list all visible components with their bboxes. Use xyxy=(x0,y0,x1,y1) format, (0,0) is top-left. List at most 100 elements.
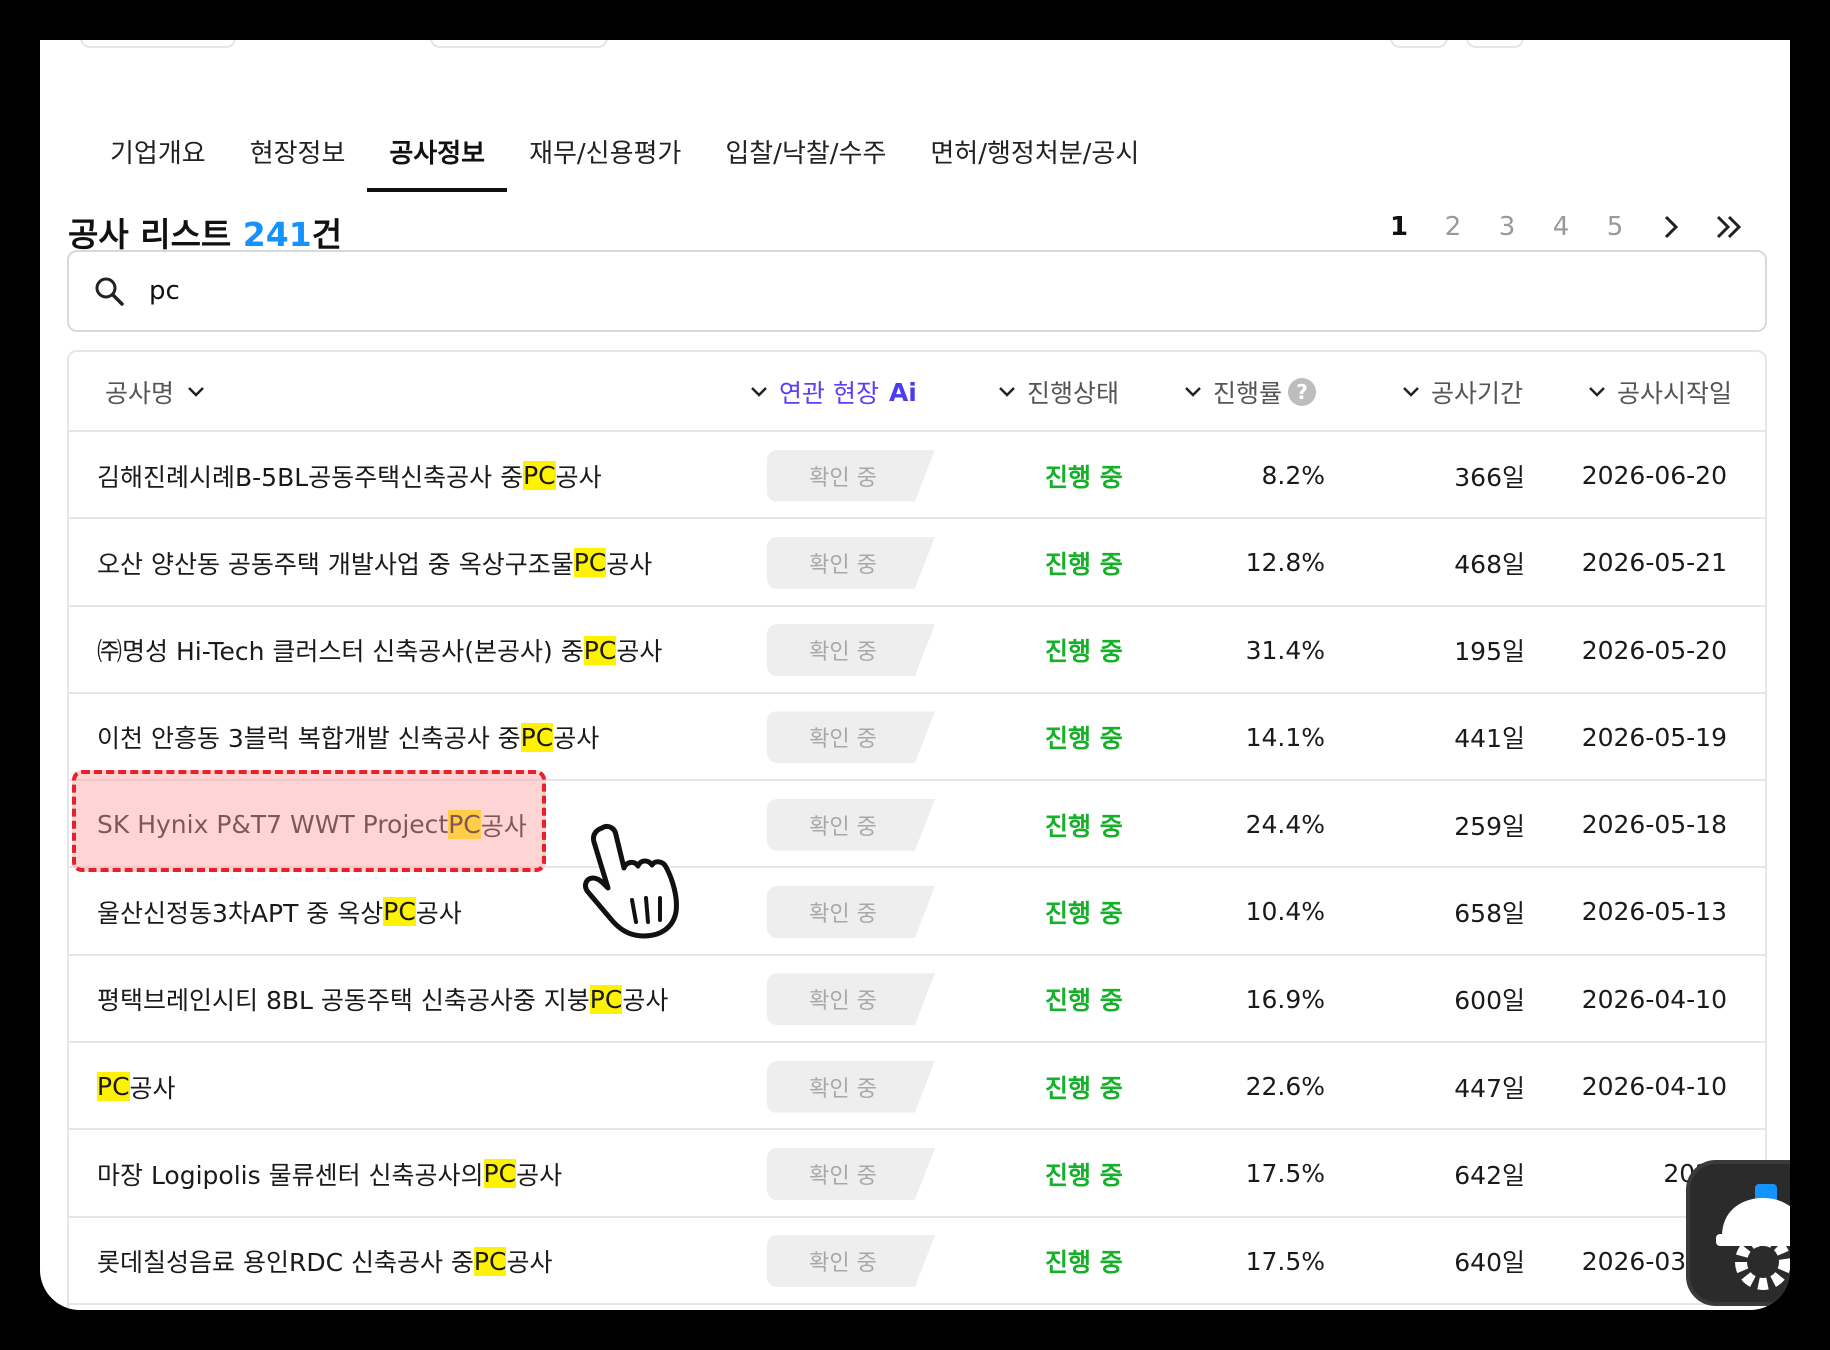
column-header-period[interactable]: 공사기간 xyxy=(1391,352,1523,432)
status-text: 진행 중 xyxy=(1045,1073,1123,1103)
name-text: 울산신정동3차APT 중 옥상 xyxy=(97,898,384,928)
column-header-site[interactable]: 연관 현장 Ai xyxy=(739,352,917,432)
column-header-label: 진행상태 xyxy=(1027,379,1120,408)
top-control-stub[interactable] xyxy=(430,40,608,48)
chevron-down-icon xyxy=(1403,387,1419,397)
status-text: 진행 중 xyxy=(1045,637,1123,667)
construction-name[interactable]: 이천 안흥동 3블럭 복합개발 신축공사 중 PC 공사 xyxy=(97,694,599,781)
search-icon xyxy=(95,277,124,306)
page-1[interactable]: 1 xyxy=(1372,212,1426,242)
search-match: PC xyxy=(448,810,481,840)
next-page-icon[interactable] xyxy=(1642,214,1700,240)
construction-name[interactable]: 평택브레인시티 8BL 공동주택 신축공사중 지붕 PC 공사 xyxy=(97,956,668,1043)
progress-rate: 24.4% xyxy=(1245,810,1325,840)
construction-name[interactable]: PC 공사 xyxy=(97,1043,176,1130)
construction-name[interactable]: 김해진례시례B-5BL공동주택신축공사 중 PC 공사 xyxy=(97,432,602,519)
construction-name[interactable]: 울산신정동3차APT 중 옥상 PC 공사 xyxy=(97,868,462,955)
construction-period: 447일 xyxy=(1454,1073,1525,1103)
top-control-stub[interactable] xyxy=(1390,40,1448,48)
start-date: 2026-04-10 xyxy=(1581,1072,1727,1102)
search-match: PC xyxy=(520,722,554,752)
list-title-text: 공사 리스트 xyxy=(68,215,232,254)
name-text: 이천 안흥동 3블럭 복합개발 신축공사 중 xyxy=(97,724,521,754)
start-date: 2026-05-20 xyxy=(1581,635,1727,665)
table-row[interactable]: 롯데칠성음료 용인RDC 신축공사 중 PC 공사 확인 중 진행 중 17.5% 640… xyxy=(69,1218,1765,1305)
page-4[interactable]: 4 xyxy=(1534,212,1588,242)
name-text: 공사 xyxy=(480,811,527,841)
chevron-down-icon xyxy=(188,387,204,397)
tab-license-disclosure[interactable]: 면허/행정처분/공시 xyxy=(908,98,1161,192)
start-date: 2026-05-18 xyxy=(1581,810,1727,840)
construction-name[interactable]: SK Hynix P&T7 WWT Project PC 공사 xyxy=(97,781,527,868)
tab-site-info[interactable]: 현장정보 xyxy=(228,98,368,192)
table-row[interactable]: PC 공사 확인 중 진행 중 22.6% 447일 2026-04-10 xyxy=(69,1043,1765,1131)
table-row[interactable]: 김해진례시례B-5BL공동주택신축공사 중 PC 공사 확인 중 진행 중 8.2% 36… xyxy=(69,432,1765,520)
help-icon[interactable]: ? xyxy=(1288,378,1317,406)
construction-period: 195일 xyxy=(1454,637,1525,667)
search-match: PC xyxy=(583,635,617,665)
status-text: 진행 중 xyxy=(1045,1248,1123,1278)
last-page-icon[interactable] xyxy=(1700,214,1758,240)
list-title: 공사 리스트 241건 xyxy=(68,208,342,256)
top-control-stub[interactable] xyxy=(1466,40,1524,48)
construction-name[interactable]: 마장 Logipolis 물류센터 신축공사의 PC 공사 xyxy=(97,1130,562,1217)
column-header-label: 공사기간 xyxy=(1431,379,1524,408)
tab-company-overview[interactable]: 기업개요 xyxy=(88,98,228,192)
search-match: PC xyxy=(383,897,416,927)
table-row[interactable]: 울산신정동3차APT 중 옥상 PC 공사 확인 중 진행 중 10.4% 658일 2026… xyxy=(69,868,1765,956)
construction-name[interactable]: 롯데칠성음료 용인RDC 신축공사 중 PC 공사 xyxy=(97,1218,552,1305)
table-header: 공사명 연관 현장 Ai 진행상태 진행률 ? 공사기간 공사시작일 xyxy=(69,352,1765,432)
status-text: 진행 중 xyxy=(1045,811,1123,841)
construction-period: 642일 xyxy=(1454,1160,1525,1190)
name-text: 공사 xyxy=(616,637,663,667)
pointer-hand-icon xyxy=(583,823,679,939)
column-header-start[interactable]: 공사시작일 xyxy=(1577,352,1732,432)
name-text: SK Hynix P&T7 WWT Project xyxy=(97,810,449,840)
checking-badge: 확인 중 xyxy=(767,711,935,764)
checking-badge: 확인 중 xyxy=(767,624,935,677)
progress-rate: 17.5% xyxy=(1245,1246,1325,1276)
tab-finance-credit[interactable]: 재무/신용평가 xyxy=(507,98,703,192)
checking-badge: 확인 중 xyxy=(767,1235,935,1288)
start-date: 2026-04-10 xyxy=(1581,984,1727,1014)
status-text: 진행 중 xyxy=(1045,1160,1123,1190)
column-header-name[interactable]: 공사명 xyxy=(105,352,216,432)
construction-period: 658일 xyxy=(1454,898,1525,928)
start-date: 2026-06-20 xyxy=(1581,461,1727,490)
construction-name[interactable]: ㈜명성 Hi-Tech 클러스터 신축공사(본공사) 중 PC 공사 xyxy=(97,607,662,694)
table-row[interactable]: 오산 양산동 공동주택 개발사업 중 옥상구조물 PC 공사 확인 중 진행 중 12.… xyxy=(69,519,1765,607)
table-row[interactable]: 마장 Logipolis 물류센터 신축공사의 PC 공사 확인 중 진행 중 17.5… xyxy=(69,1130,1765,1218)
table-row[interactable]: 평택브레인시티 8BL 공동주택 신축공사중 지붕 PC 공사 확인 중 진행 중 16.… xyxy=(69,956,1765,1044)
top-control-stub[interactable] xyxy=(80,40,236,48)
search-match: PC xyxy=(589,984,623,1014)
page-2[interactable]: 2 xyxy=(1426,212,1480,242)
name-text: 공사 xyxy=(555,462,602,492)
construction-period: 441일 xyxy=(1454,724,1525,754)
status-text: 진행 중 xyxy=(1045,724,1123,754)
support-bot-button[interactable] xyxy=(1686,1160,1790,1306)
checking-badge: 확인 중 xyxy=(767,798,935,851)
construction-period: 468일 xyxy=(1454,549,1525,579)
progress-rate: 17.5% xyxy=(1245,1159,1325,1189)
start-date: 2026-05-13 xyxy=(1581,897,1727,927)
tab-construction-info[interactable]: 공사정보 xyxy=(367,98,507,192)
table-row[interactable]: 이천 안흥동 3블럭 복합개발 신축공사 중 PC 공사 확인 중 진행 중 14.1%… xyxy=(69,694,1765,782)
list-count-suffix: 건 xyxy=(311,215,343,254)
app-screen: 기업개요 현장정보 공사정보 재무/신용평가 입찰/낙찰/수주 면허/행정처분/… xyxy=(40,40,1790,1310)
column-header-rate[interactable]: 진행률 ? xyxy=(1173,352,1317,432)
list-count: 241 xyxy=(242,215,312,254)
page-5[interactable]: 5 xyxy=(1588,212,1642,242)
table-row[interactable]: SK Hynix P&T7 WWT Project PC 공사 확인 중 진행 중 24… xyxy=(69,781,1765,869)
name-text: 공사 xyxy=(553,724,600,754)
name-text: 김해진례시례B-5BL공동주택신축공사 중 xyxy=(97,462,524,492)
name-text: 마장 Logipolis 물류센터 신축공사의 xyxy=(97,1160,484,1190)
table-row[interactable]: ㈜명성 Hi-Tech 클러스터 신축공사(본공사) 중 PC 공사 확인 중 진행 … xyxy=(69,607,1765,694)
column-header-status[interactable]: 진행상태 xyxy=(987,352,1119,432)
search-input[interactable] xyxy=(149,276,1649,306)
construction-name[interactable]: 오산 양산동 공동주택 개발사업 중 옥상구조물 PC 공사 xyxy=(97,519,652,606)
page-3[interactable]: 3 xyxy=(1480,212,1534,242)
checking-badge: 확인 중 xyxy=(767,449,935,502)
tab-bidding[interactable]: 입찰/낙찰/수주 xyxy=(703,98,908,192)
name-text: 공사 xyxy=(129,1073,176,1103)
name-text: ㈜명성 Hi-Tech 클러스터 신축공사(본공사) 중 xyxy=(97,637,584,667)
